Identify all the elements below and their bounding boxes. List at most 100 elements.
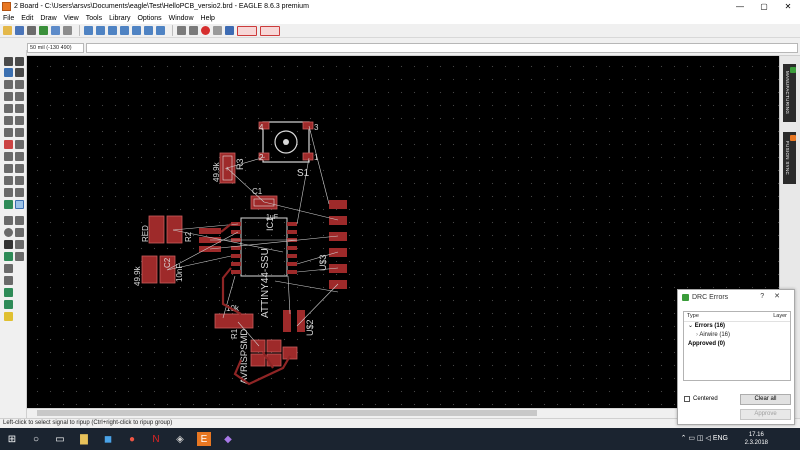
command-input[interactable]: [86, 43, 798, 53]
mirror-icon[interactable]: [4, 92, 13, 101]
attribute-icon[interactable]: [4, 276, 13, 285]
expand-icon[interactable]: ⌄: [688, 323, 695, 329]
print-icon[interactable]: [27, 26, 36, 35]
ratsnest-icon[interactable]: [4, 288, 13, 297]
errors-group[interactable]: ⌄ Errors (16): [684, 322, 790, 331]
approved-group[interactable]: Approved (0): [684, 340, 790, 349]
capacitor-c1[interactable]: C1 1uF: [250, 187, 278, 221]
menu-file[interactable]: File: [3, 15, 14, 22]
zoom-in-icon[interactable]: [96, 26, 105, 35]
zoom-area-icon[interactable]: [156, 26, 165, 35]
maximize-button[interactable]: ▢: [752, 0, 776, 12]
menu-help[interactable]: Help: [201, 15, 215, 22]
wire-icon[interactable]: [4, 216, 13, 225]
save-icon[interactable]: [15, 26, 24, 35]
value-icon[interactable]: [4, 152, 13, 161]
split-icon[interactable]: [4, 164, 13, 173]
route-multi-icon[interactable]: [4, 200, 13, 209]
start-icon[interactable]: ⊞: [5, 432, 19, 446]
resistor-r3[interactable]: + 49.9k R3: [212, 152, 245, 184]
horizontal-scroll-thumb[interactable]: [37, 410, 537, 416]
paste-icon[interactable]: [4, 116, 13, 125]
zoom-out-icon[interactable]: [108, 26, 117, 35]
approve-button[interactable]: Approve: [740, 409, 791, 420]
menu-view[interactable]: View: [64, 15, 79, 22]
change-icon[interactable]: [15, 104, 24, 113]
replace-icon[interactable]: [15, 128, 24, 137]
rect-icon[interactable]: [4, 240, 13, 249]
drc-close-button[interactable]: ✕: [774, 293, 790, 300]
manufacturing-tab[interactable]: MANUFACTURING: [783, 64, 796, 122]
script-icon[interactable]: [63, 26, 72, 35]
menu-draw[interactable]: Draw: [40, 15, 56, 22]
fusion-sync-tab[interactable]: FUSION SYNC: [783, 132, 796, 184]
route-icon[interactable]: [4, 188, 13, 197]
mark-icon[interactable]: [15, 68, 24, 77]
file-explorer-icon[interactable]: ▇: [77, 432, 91, 446]
menu-edit[interactable]: Edit: [21, 15, 33, 22]
name-icon[interactable]: [15, 152, 24, 161]
board-canvas[interactable]: 4 3 2 1 S1 + 49.9k R3 C1 1uF U$3 RED R2 …: [27, 56, 780, 408]
search-icon[interactable]: ○: [29, 432, 43, 446]
help-icon[interactable]: [225, 26, 234, 35]
show-icon[interactable]: [15, 57, 24, 66]
maps-icon[interactable]: ◆: [221, 432, 235, 446]
lock-icon[interactable]: [4, 140, 13, 149]
zoom-fit-icon[interactable]: [84, 26, 93, 35]
via-icon[interactable]: [4, 252, 13, 261]
polygon-icon[interactable]: [15, 240, 24, 249]
stop-icon[interactable]: [201, 26, 210, 35]
ic-attiny44[interactable]: ATTINY44-SSU IC1: [231, 217, 297, 318]
zoom-select-icon[interactable]: [132, 26, 141, 35]
order-pcb-icon[interactable]: [260, 25, 280, 36]
regulator-u2[interactable]: U$2: [283, 310, 315, 336]
pcb-layout[interactable]: 4 3 2 1 S1 + 49.9k R3 C1 1uF U$3 RED R2 …: [123, 56, 763, 408]
menu-library[interactable]: Library: [109, 15, 130, 22]
errors-icon[interactable]: [4, 312, 13, 321]
horizontal-scrollbar[interactable]: [27, 408, 780, 417]
open-icon[interactable]: [3, 26, 12, 35]
text-icon[interactable]: [15, 216, 24, 225]
clock[interactable]: 17.16 2.3.2018: [745, 431, 768, 447]
smash-icon[interactable]: [15, 140, 24, 149]
ripup-icon[interactable]: [15, 200, 24, 209]
signal-icon[interactable]: [15, 252, 24, 261]
circle-icon[interactable]: [4, 228, 13, 237]
chrome-icon[interactable]: ●: [125, 432, 139, 446]
eagle-taskbar-icon[interactable]: E: [197, 432, 211, 446]
centered-checkbox[interactable]: Centered: [684, 396, 718, 402]
hole-icon[interactable]: [4, 264, 13, 273]
move-icon[interactable]: [4, 80, 13, 89]
drc-icon[interactable]: [4, 300, 13, 309]
display-icon[interactable]: [4, 68, 13, 77]
meander-icon[interactable]: [15, 176, 24, 185]
task-view-icon[interactable]: ▭: [53, 432, 67, 446]
close-button[interactable]: ✕: [776, 0, 800, 12]
miter-icon[interactable]: [15, 164, 24, 173]
undo-icon[interactable]: [177, 26, 186, 35]
col-type[interactable]: Type: [687, 313, 699, 320]
zoom-previous-icon[interactable]: [120, 26, 129, 35]
col-layer[interactable]: Layer: [773, 313, 787, 320]
info-icon[interactable]: [4, 57, 13, 66]
airwire-item[interactable]: › Airwire (16): [684, 331, 790, 340]
clear-all-button[interactable]: Clear all: [740, 394, 791, 405]
app-icon[interactable]: ◈: [173, 432, 187, 446]
capacitor-c2[interactable]: 49.9k 10nF C2: [133, 255, 184, 286]
system-tray[interactable]: ⌃ ▭ ◫ ◁ ENG: [681, 434, 728, 442]
redo-icon[interactable]: [189, 26, 198, 35]
arc-icon[interactable]: [15, 228, 24, 237]
checkbox-box[interactable]: [684, 396, 690, 402]
delete-icon[interactable]: [15, 116, 24, 125]
menu-options[interactable]: Options: [137, 15, 161, 22]
menu-tools[interactable]: Tools: [86, 15, 102, 22]
menu-window[interactable]: Window: [169, 15, 194, 22]
go-icon[interactable]: [213, 26, 222, 35]
autoroute-icon[interactable]: [15, 188, 24, 197]
copy-icon[interactable]: [15, 80, 24, 89]
minimize-button[interactable]: —: [728, 0, 752, 12]
add-icon[interactable]: [4, 128, 13, 137]
group-icon[interactable]: [4, 104, 13, 113]
drc-help-button[interactable]: ?: [760, 293, 774, 300]
optimize-icon[interactable]: [4, 176, 13, 185]
